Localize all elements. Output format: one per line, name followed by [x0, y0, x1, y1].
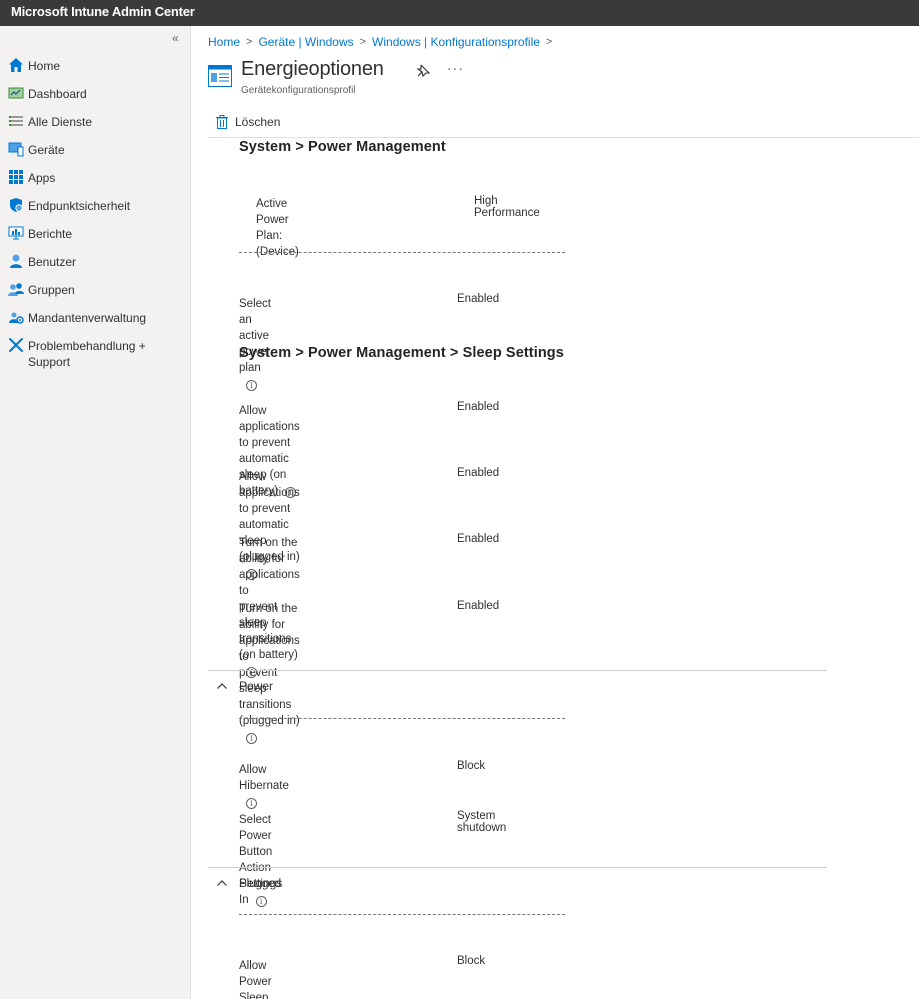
section-heading-power-management: System > Power Management	[239, 139, 446, 155]
sidebar-item-label: Home	[28, 59, 61, 73]
allow-hibernate-label: Allow Hibernate i	[239, 762, 289, 810]
power-button-action-text: Select Power Button Action Plugged In	[239, 814, 282, 906]
more-options-button[interactable]: ···	[447, 60, 464, 76]
active-power-plan-label: Active Power Plan: (Device)	[256, 198, 299, 258]
allow-power-sleep-value: Block	[457, 955, 486, 967]
breadcrumb-devices-windows[interactable]: Geräte | Windows	[258, 35, 353, 49]
sidebar-item-label: Alle Dienste	[28, 115, 93, 129]
sidebar-item-label: Endpunktsicherheit	[28, 199, 131, 213]
trash-icon	[216, 115, 228, 129]
info-icon[interactable]: i	[246, 798, 257, 809]
user-icon	[10, 254, 22, 268]
chevron-right-icon: >	[246, 36, 253, 48]
sidebar: « Home Dashboard Alle Dienste Geräte App…	[0, 26, 191, 999]
breadcrumb-home[interactable]: Home	[208, 35, 240, 49]
sidebar-item-label: Mandantenverwaltung	[28, 311, 147, 325]
chevron-right-icon: >	[545, 36, 553, 48]
delete-button[interactable]: Löschen	[216, 115, 280, 129]
sidebar-item-reports[interactable]: Berichte	[0, 222, 191, 250]
pin-icon[interactable]	[416, 64, 430, 78]
info-icon[interactable]: i	[255, 896, 267, 907]
divider-dashes	[239, 252, 565, 253]
section-divider	[208, 867, 827, 868]
shield-icon	[10, 198, 23, 212]
app-title[interactable]: Microsoft Intune Admin Center	[11, 4, 195, 19]
sidebar-item-label: Problembehandlung + Support	[28, 339, 146, 369]
sleep-setting-value: Enabled	[457, 600, 500, 612]
sidebar-item-apps[interactable]: Apps	[0, 166, 191, 194]
power-button-action-label: Select Power Button Action Plugged In i	[239, 812, 281, 908]
list-icon	[9, 116, 23, 126]
groups-icon	[8, 283, 24, 296]
sidebar-item-dashboard[interactable]: Dashboard	[0, 82, 191, 110]
info-icon[interactable]: i	[246, 380, 257, 391]
power-button-action-value: System shutdown	[457, 810, 507, 834]
info-icon[interactable]: i	[246, 733, 257, 744]
sidebar-item-troubleshooting[interactable]: Problembehandlung + Support	[0, 334, 191, 374]
sidebar-item-label: Geräte	[28, 143, 65, 157]
select-power-plan-label: Select an active power plan i	[239, 296, 271, 392]
page-subtitle: Gerätekonfigurationsprofil	[241, 85, 356, 96]
allow-power-sleep-text: Allow Power Sleep	[239, 960, 272, 999]
select-power-plan-value: Enabled	[457, 293, 500, 305]
sleep-setting-label: Turn on the ability for applications to …	[239, 601, 300, 745]
sidebar-item-devices[interactable]: Geräte	[0, 138, 191, 166]
settings-group-toggle[interactable]: Settings	[216, 876, 282, 890]
divider-dashes	[239, 718, 565, 719]
sidebar-item-tenant-admin[interactable]: Mandantenverwaltung	[0, 306, 191, 334]
reports-icon	[8, 226, 24, 240]
section-heading-sleep-settings: System > Power Management > Sleep Settin…	[239, 345, 564, 361]
power-group-label: Power	[239, 679, 274, 693]
section-divider	[208, 670, 827, 671]
sidebar-item-label: Dashboard	[28, 87, 87, 101]
profile-icon	[208, 65, 232, 87]
delete-label: Löschen	[235, 115, 281, 129]
chevron-up-icon	[217, 880, 227, 886]
sidebar-item-users[interactable]: Benutzer	[0, 250, 191, 278]
select-power-plan-text: Select an active power plan	[239, 298, 271, 374]
label-line-1: Turn on the ability for applications to	[239, 537, 300, 597]
toolbar-divider	[208, 137, 919, 138]
top-bar: Microsoft Intune Admin Center	[0, 0, 919, 26]
allow-hibernate-value: Block	[457, 760, 486, 772]
collapse-sidebar-button[interactable]: «	[172, 31, 179, 45]
sleep-setting-value: Enabled	[457, 533, 500, 545]
chevron-up-icon	[217, 683, 227, 689]
sidebar-nav: Home Dashboard Alle Dienste Geräte Apps …	[0, 54, 191, 374]
sleep-setting-value: Enabled	[457, 401, 500, 413]
power-group-toggle[interactable]: Power	[216, 679, 273, 693]
dashboard-icon	[8, 87, 24, 99]
label-line-1: Turn on the ability for applications to	[239, 603, 300, 663]
allow-hibernate-text: Allow Hibernate	[239, 764, 289, 792]
sidebar-item-label: Gruppen	[28, 283, 75, 297]
label-line-1: Allow applications to prevent automatic	[239, 471, 300, 531]
tenant-gear-icon	[9, 312, 24, 324]
active-power-plan-value: High Performance	[474, 195, 540, 219]
sleep-setting-value: Enabled	[457, 467, 500, 479]
chevron-right-icon: >	[359, 36, 367, 48]
sidebar-item-groups[interactable]: Gruppen	[0, 278, 191, 306]
main-content: Home > Geräte | Windows > Windows | Konf…	[191, 26, 919, 999]
sidebar-item-label: Berichte	[28, 227, 73, 241]
breadcrumb-config-profiles[interactable]: Windows | Konfigurationsprofile	[372, 35, 540, 49]
wrench-icon	[9, 338, 23, 352]
apps-grid-icon	[9, 170, 23, 184]
page-title: Energieoptionen	[241, 58, 384, 80]
divider-dashes	[239, 914, 565, 915]
label-line-1: Allow applications to prevent automatic	[239, 405, 300, 465]
allow-power-sleep-label: Allow Power Sleepi	[239, 958, 272, 999]
sidebar-item-endpoint-security[interactable]: Endpunktsicherheit	[0, 194, 191, 222]
sidebar-item-all-services[interactable]: Alle Dienste	[0, 110, 191, 138]
sidebar-item-home[interactable]: Home	[0, 54, 191, 82]
home-icon	[9, 58, 23, 72]
breadcrumb: Home > Geräte | Windows > Windows | Konf…	[208, 35, 552, 49]
sidebar-item-label: Benutzer	[28, 255, 77, 269]
settings-group-label: Settings	[239, 876, 283, 890]
devices-icon	[8, 142, 24, 157]
sidebar-item-label: Apps	[28, 171, 56, 185]
